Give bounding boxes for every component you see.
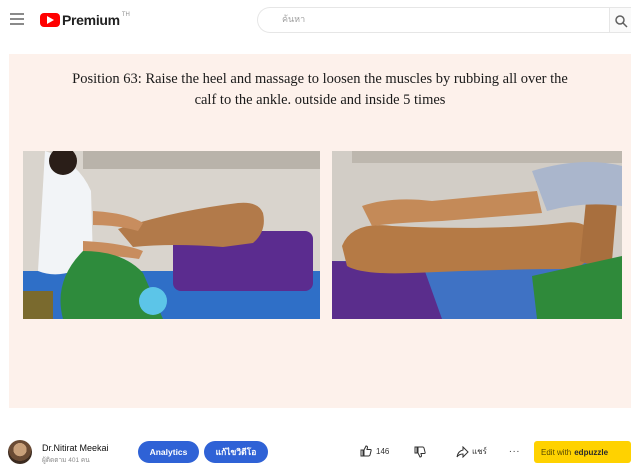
massage-photo-left bbox=[23, 151, 320, 319]
share-label: แชร์ bbox=[472, 447, 487, 456]
top-header: Premium TH bbox=[0, 0, 631, 44]
edpuzzle-prefix: Edit with bbox=[541, 447, 572, 457]
video-player[interactable]: Position 63: Raise the heel and massage … bbox=[9, 54, 631, 408]
analytics-button[interactable]: Analytics bbox=[138, 441, 199, 463]
like-count: 146 bbox=[376, 446, 390, 456]
edit-video-button[interactable]: แก้ไขวิดีโอ bbox=[204, 441, 268, 463]
subscriber-count: ผู้ติดตาม 401 คน bbox=[42, 457, 90, 464]
search-icon bbox=[615, 15, 628, 28]
channel-name[interactable]: Dr.Nitirat Meekai bbox=[42, 443, 109, 453]
youtube-logo-icon bbox=[40, 13, 60, 27]
thumbs-down-icon bbox=[414, 446, 426, 458]
dislike-button[interactable] bbox=[414, 445, 426, 463]
share-icon bbox=[456, 445, 469, 458]
caption-line-2: calf to the ankle. outside and inside 5 … bbox=[194, 92, 446, 108]
edpuzzle-brand: edpuzzle bbox=[574, 447, 609, 457]
logo-text: Premium bbox=[62, 12, 120, 28]
video-info-bar: Dr.Nitirat Meekai ผู้ติดตาม 401 คน Analy… bbox=[0, 430, 631, 468]
thumbs-up-icon bbox=[360, 445, 372, 457]
more-options-button[interactable]: ... bbox=[509, 444, 520, 455]
menu-icon[interactable] bbox=[10, 13, 24, 25]
edpuzzle-button[interactable]: Edit with edpuzzle bbox=[534, 441, 631, 463]
video-caption: Position 63: Raise the heel and massage … bbox=[9, 69, 631, 111]
channel-avatar[interactable] bbox=[8, 440, 32, 464]
search-button[interactable] bbox=[609, 7, 631, 33]
caption-line-1: Position 63: Raise the heel and massage … bbox=[72, 71, 568, 87]
search-box[interactable] bbox=[257, 7, 609, 33]
like-button[interactable]: 146 bbox=[360, 445, 389, 457]
share-button[interactable]: แชร์ bbox=[456, 445, 487, 458]
logo-country-code: TH bbox=[121, 12, 130, 18]
massage-photo-right bbox=[332, 151, 622, 319]
youtube-premium-logo[interactable]: Premium TH bbox=[40, 12, 130, 28]
search-input[interactable] bbox=[282, 14, 582, 24]
